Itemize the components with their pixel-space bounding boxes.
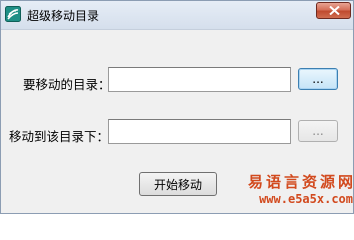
close-button[interactable] [316, 2, 351, 19]
target-dir-input[interactable] [108, 119, 291, 144]
watermark-url: www.e5a5x.com [259, 192, 353, 206]
title-bar[interactable]: 超级移动目录 [1, 1, 353, 30]
source-dir-input[interactable] [108, 67, 291, 92]
close-icon [329, 6, 340, 15]
app-logo-icon [5, 6, 21, 22]
site-watermark: 易语言资源网 www.e5a5x.com [248, 173, 353, 207]
window-title: 超级移动目录 [27, 9, 100, 23]
start-move-button[interactable]: 开始移动 [139, 172, 217, 196]
target-dir-label: 移动到该目录下： [9, 129, 110, 144]
dialog-window: 超级移动目录 要移动的目录： ... 移动到该目录下： ... 开始移动 易语言… [0, 0, 354, 214]
source-browse-button[interactable]: ... [298, 68, 338, 90]
source-dir-label: 要移动的目录： [23, 77, 111, 92]
watermark-text: 易语言资源网 [248, 173, 354, 191]
target-browse-button[interactable]: ... [298, 120, 338, 142]
